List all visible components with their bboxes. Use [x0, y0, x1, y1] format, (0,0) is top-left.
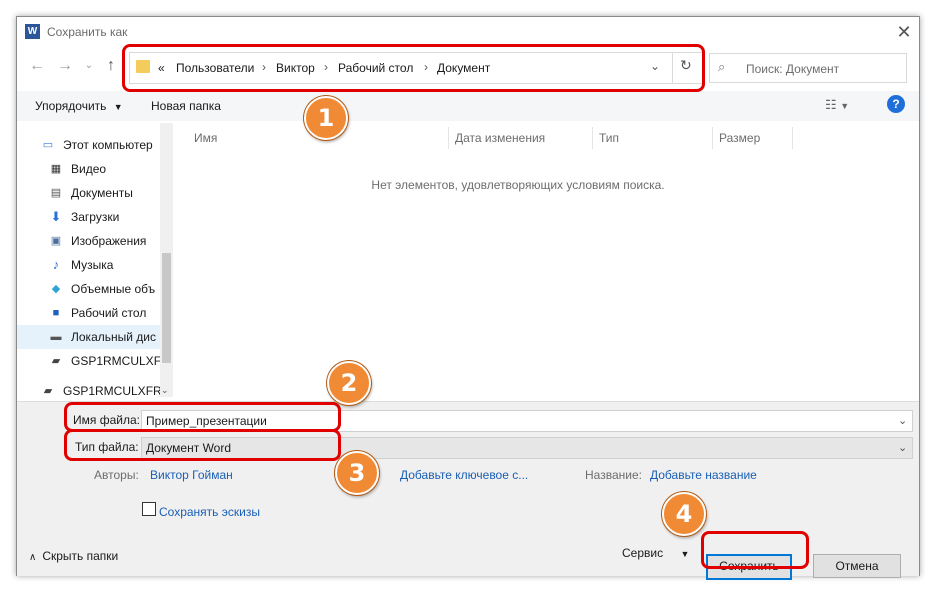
column-divider[interactable] — [592, 127, 593, 149]
tags-value[interactable]: Добавьте ключевое с... — [400, 468, 528, 482]
nav-label: Музыка — [71, 258, 114, 272]
authors-label: Авторы: — [94, 468, 139, 482]
cancel-button[interactable]: Отмена — [813, 554, 901, 578]
nav-label: Рабочий стол — [71, 306, 147, 320]
nav-label: Видео — [71, 162, 107, 176]
drive-icon: ▰ — [43, 385, 53, 397]
nav-label: Объемные объ — [71, 282, 156, 296]
music-icon: ♪ — [52, 257, 60, 272]
save-highlight — [701, 531, 809, 569]
chevron-up-icon: ∧ — [29, 552, 37, 563]
drive-icon: ▰ — [51, 355, 61, 367]
step-badge-2: 2 — [327, 361, 371, 405]
documents-icon: ▤ — [50, 187, 62, 199]
desktop-icon: ■ — [52, 307, 60, 319]
column-divider[interactable] — [712, 127, 713, 149]
nav-item-this-pc[interactable]: ▭ Этот компьютер — [17, 133, 160, 157]
close-icon[interactable]: ✕ — [891, 19, 917, 45]
title-bar: W Сохранить как ✕ — [17, 17, 919, 47]
column-type[interactable]: Тип — [599, 131, 619, 145]
chevron-down-icon[interactable]: ⌄ — [161, 385, 169, 396]
video-icon: ▦ — [50, 163, 62, 175]
filename-highlight — [64, 402, 341, 432]
search-box[interactable]: ⌕ Поиск: Документ — [709, 53, 907, 83]
empty-message: Нет элементов, удовлетворяющих условиям … — [371, 178, 665, 192]
nav-label: Изображения — [71, 234, 147, 248]
hide-folders-button[interactable]: ∧ Скрыть папки — [29, 549, 118, 563]
command-bar: Упорядочить ▼ Новая папка ☷ ▼ ? — [17, 91, 919, 121]
column-divider[interactable] — [448, 127, 449, 149]
downloads-icon: ⬇ — [50, 209, 62, 224]
authors-value[interactable]: Виктор Гойман — [150, 468, 233, 482]
column-divider[interactable] — [792, 127, 793, 149]
new-folder-button[interactable]: Новая папка — [151, 99, 221, 113]
service-button[interactable]: Сервис ▼ — [622, 546, 689, 560]
nav-item-music[interactable]: ♪ Музыка — [17, 253, 160, 277]
view-options-icon[interactable]: ☷ ▼ — [825, 97, 849, 113]
step-badge-3: 3 — [335, 451, 379, 495]
history-dropdown-icon[interactable]: ⌄ — [79, 55, 99, 77]
word-app-icon: W — [25, 24, 40, 39]
nav-label: GSP1RMCULXFRE — [63, 384, 170, 397]
navigation-pane: ▭ Этот компьютер ▦ Видео ▤ Документы ⬇ З… — [17, 123, 173, 397]
3d-objects-icon: ◆ — [51, 283, 61, 295]
pictures-icon: ▣ — [50, 235, 62, 247]
nav-label: Этот компьютер — [63, 138, 153, 152]
address-highlight — [122, 44, 705, 92]
search-icon: ⌕ — [718, 59, 726, 74]
save-as-dialog: W Сохранить как ✕ ← → ⌄ ↑ « Пользователи… — [16, 16, 920, 580]
step-badge-1: 1 — [304, 96, 348, 140]
nav-label: GSP1RMCULXFR — [71, 354, 170, 368]
back-arrow-icon[interactable]: ← — [27, 55, 47, 77]
scroll-thumb[interactable] — [162, 253, 171, 363]
chevron-down-icon[interactable]: ⌄ — [898, 414, 907, 427]
nav-label: Загрузки — [71, 210, 120, 224]
nav-item-local-disk[interactable]: ▬ Локальный дис — [17, 325, 160, 349]
search-input[interactable]: Поиск: Документ — [746, 62, 839, 76]
caret-down-icon: ▼ — [680, 549, 690, 559]
nav-label: Документы — [71, 186, 133, 200]
chevron-down-icon[interactable]: ⌄ — [898, 441, 907, 454]
organize-button[interactable]: Упорядочить ▼ — [35, 99, 123, 113]
column-name[interactable]: Имя — [194, 131, 217, 145]
filetype-highlight — [64, 429, 341, 461]
nav-item-3d-objects[interactable]: ◆ Объемные объ — [17, 277, 160, 301]
local-disk-icon: ▬ — [50, 331, 62, 343]
nav-item-drive-2[interactable]: ▰ GSP1RMCULXFRE — [17, 379, 170, 397]
help-icon[interactable]: ? — [887, 95, 905, 113]
caret-down-icon: ▼ — [113, 102, 123, 112]
step-badge-4: 4 — [662, 492, 706, 536]
title-label: Название: — [585, 468, 642, 482]
nav-item-drive-1[interactable]: ▰ GSP1RMCULXFR — [17, 349, 170, 373]
nav-item-video[interactable]: ▦ Видео — [17, 157, 160, 181]
hide-folders-label: Скрыть папки — [42, 549, 119, 563]
nav-item-documents[interactable]: ▤ Документы — [17, 181, 160, 205]
forward-arrow-icon[interactable]: → — [55, 55, 75, 77]
column-date[interactable]: Дата изменения — [455, 131, 545, 145]
service-label: Сервис — [622, 546, 664, 560]
nav-scrollbar[interactable]: ⌄ — [160, 123, 173, 397]
nav-item-downloads[interactable]: ⬇ Загрузки — [17, 205, 160, 229]
nav-item-desktop[interactable]: ■ Рабочий стол — [17, 301, 160, 325]
organize-label: Упорядочить — [35, 99, 107, 113]
computer-icon: ▭ — [42, 139, 54, 151]
save-thumbnails-label[interactable]: Сохранять эскизы — [159, 505, 260, 519]
window-title: Сохранить как — [47, 25, 128, 39]
title-value[interactable]: Добавьте название — [650, 468, 757, 482]
up-arrow-icon[interactable]: ↑ — [101, 55, 121, 77]
column-size[interactable]: Размер — [719, 131, 760, 145]
save-thumbnails-checkbox[interactable] — [142, 502, 156, 516]
file-list: Имя Дата изменения Тип Размер Нет элемен… — [174, 123, 919, 397]
nav-label: Локальный дис — [71, 330, 156, 344]
nav-item-pictures[interactable]: ▣ Изображения — [17, 229, 160, 253]
